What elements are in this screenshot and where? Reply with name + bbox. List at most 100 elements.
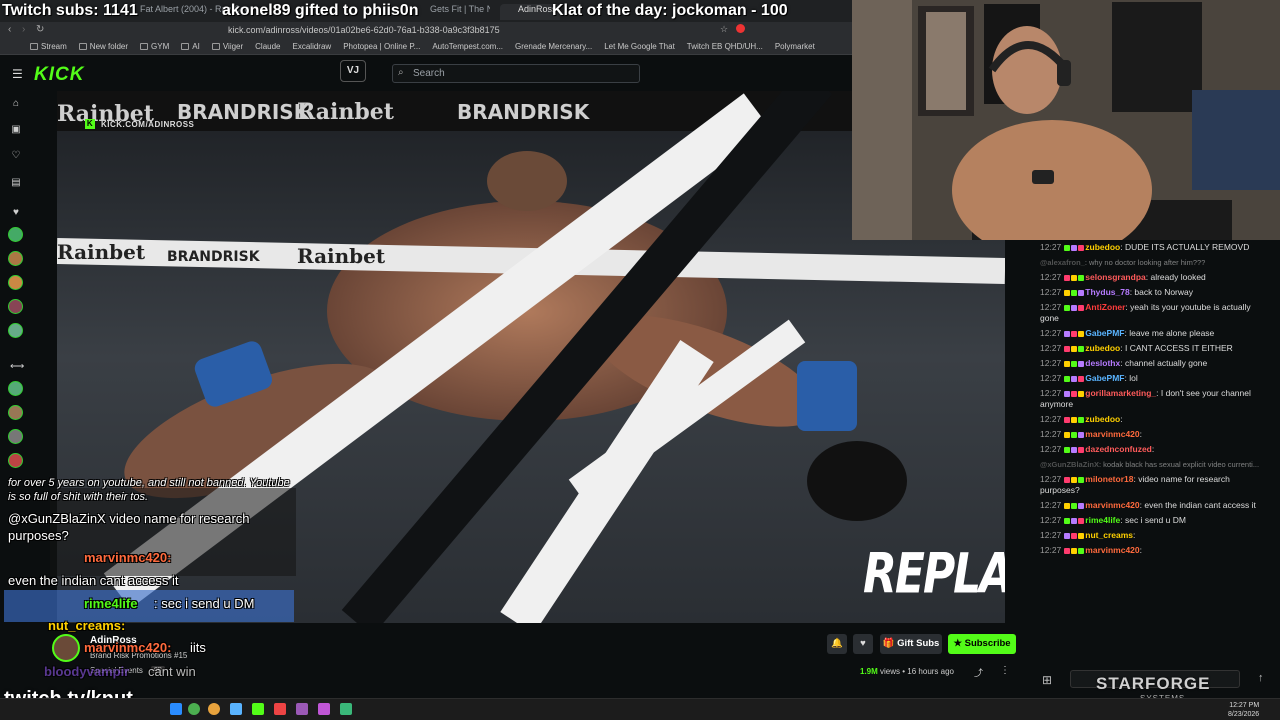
chrome-icon[interactable] [208, 703, 220, 715]
bookmark-item[interactable]: Twitch EB QHD/UH... [687, 42, 763, 51]
chat-username[interactable]: zubedoo [1085, 242, 1120, 252]
chat-message: 12:27 zubedoo: I CANT ACCESS IT EITHER [1032, 341, 1272, 356]
chat-username[interactable]: zubedoo [1085, 414, 1120, 424]
bookmark-item[interactable]: GYM [140, 42, 169, 51]
chat-username[interactable]: selonsgrandpa [1085, 272, 1145, 282]
chat-username[interactable]: @alexafron_ [1040, 258, 1085, 267]
following-icon[interactable]: ♡ [10, 150, 22, 162]
reload-icon[interactable]: ↻ [36, 24, 44, 35]
chat-username[interactable]: rime4life [1085, 515, 1120, 525]
chat-username[interactable]: AntiZoner [1085, 302, 1125, 312]
app-icon[interactable] [188, 703, 200, 715]
tab-2-label: Gets Fit | The Nutty [430, 4, 490, 14]
bookmark-item[interactable]: AI [181, 42, 200, 51]
badge-icon [1064, 547, 1071, 554]
bookmark-item[interactable]: AutoTempest.com... [432, 42, 503, 51]
kick-app-icon[interactable] [252, 703, 264, 715]
chat-username[interactable]: marvinmc420 [1085, 545, 1139, 555]
app-icon[interactable] [274, 703, 286, 715]
hamburger-menu-icon[interactable]: ☰ [12, 67, 23, 81]
clips-icon[interactable]: ▤ [10, 177, 22, 189]
search-input[interactable]: Search [392, 64, 640, 83]
url-field[interactable]: kick.com/adinross/videos/01a02be6-62d0-7… [228, 25, 500, 35]
chat-username[interactable]: marvinmc420 [1085, 500, 1139, 510]
chat-message: 12:27 marvinmc420: [1032, 427, 1272, 442]
chat-username[interactable]: dazednconfuzed [1085, 444, 1152, 454]
star-icon[interactable]: ☆ [720, 24, 728, 35]
heart-follow-icon[interactable]: ♥ [853, 634, 873, 654]
extension-icon[interactable] [736, 24, 745, 33]
browse-icon[interactable]: ▣ [10, 124, 22, 136]
bookmark-item[interactable]: Polymarket [775, 42, 815, 51]
grid-icon[interactable]: ⊞ [1042, 673, 1052, 687]
badge-icon [1078, 532, 1085, 539]
app-icon[interactable] [340, 703, 352, 715]
badge-icon [1064, 289, 1071, 296]
chat-timestamp: 12:27 [1040, 388, 1062, 398]
tab-3-active[interactable]: AdinRoss [500, 4, 560, 20]
avatar[interactable] [8, 299, 23, 314]
chat-username[interactable]: GabePMF [1085, 373, 1124, 383]
chat-message: 12:27 deslothx: channel actually gone [1032, 356, 1272, 371]
avatar[interactable] [8, 323, 23, 338]
subscribe-button[interactable]: ★ Subscribe [948, 634, 1016, 654]
avatar[interactable] [8, 275, 23, 290]
bookmark-item[interactable]: Let Me Google That [604, 42, 675, 51]
chat-username[interactable]: @xGunZBlaZinX [1040, 460, 1099, 469]
vj-button[interactable]: VJ [340, 60, 366, 82]
chat-username[interactable]: deslothx [1085, 358, 1120, 368]
recommended-icon[interactable]: ⟷ [10, 361, 24, 373]
chat-username[interactable]: zubedoo [1085, 343, 1120, 353]
bookmark-item[interactable]: Grenade Mercenary... [515, 42, 592, 51]
chat-username[interactable]: Thydus_78 [1085, 287, 1129, 297]
badge-icon [1078, 244, 1085, 251]
bookmark-label: Polymarket [774, 42, 815, 51]
chat-message: 12:27 selonsgrandpa: already looked [1032, 270, 1272, 285]
chat-message: 12:27 GabePMF: lol [1032, 371, 1272, 386]
bookmark-item[interactable]: New folder [78, 42, 128, 51]
back-icon[interactable]: ‹ [8, 24, 11, 35]
avatar[interactable] [8, 405, 23, 420]
bookmark-item[interactable]: Viiger [211, 42, 243, 51]
more-options-icon[interactable]: ⋮ [1000, 665, 1010, 676]
chat-timestamp: 12:27 [1040, 343, 1062, 353]
rope-text: Rainbet [297, 244, 386, 268]
avatar[interactable] [8, 429, 23, 444]
bookmark-item[interactable]: Stream [30, 42, 67, 51]
send-icon[interactable]: ↑ [1258, 672, 1264, 684]
gift-icon: 🎁 [882, 638, 898, 649]
chat-message: 12:27 zubedoo: DUDE ITS ACTUALLY REMOVD [1032, 240, 1272, 255]
bookmark-item[interactable]: Claude [255, 42, 280, 51]
heart-icon[interactable]: ♥ [10, 207, 22, 219]
view-info: 1.9M views • 16 hours ago [860, 667, 954, 676]
chat-message: 12:27 AntiZoner: yeah its your youtube is… [1032, 300, 1272, 326]
home-icon[interactable]: ⌂ [10, 98, 22, 110]
bookmark-item[interactable]: Photopea | Online P... [343, 42, 420, 51]
forward-icon[interactable]: › [22, 24, 25, 35]
app-icon[interactable] [296, 703, 308, 715]
badge-icon [1064, 431, 1071, 438]
chat-separator: : [1139, 545, 1142, 555]
chat-username[interactable]: nut_creams [1085, 530, 1133, 540]
chat-username[interactable]: GabePMF [1085, 328, 1124, 338]
share-icon[interactable]: ⤴ [974, 666, 983, 679]
badge-icon [1071, 446, 1078, 453]
app-icon[interactable] [318, 703, 330, 715]
avatar[interactable] [8, 227, 23, 242]
chat-username[interactable]: milonetor18 [1085, 474, 1133, 484]
app-icon[interactable] [170, 703, 182, 715]
gift-subs-button[interactable]: 🎁 Gift Subs [880, 634, 942, 654]
avatar[interactable] [8, 381, 23, 396]
bookmark-item[interactable]: Excalidraw [293, 42, 332, 51]
chat-text: kodak black has sexual explicit video cu… [1103, 460, 1260, 469]
chat-username[interactable]: gorillamarketing_ [1085, 388, 1156, 398]
app-icon[interactable] [230, 703, 242, 715]
tab-2[interactable]: Gets Fit | The Nutty [430, 4, 490, 20]
avatar[interactable] [8, 453, 23, 468]
kick-logo[interactable]: KICK [34, 64, 84, 86]
chat-username[interactable]: marvinmc420 [1085, 429, 1139, 439]
bell-icon[interactable]: 🔔 [827, 634, 847, 654]
chat-text: already looked [1150, 272, 1206, 282]
system-clock[interactable]: 12:27 PM 8/23/2026 [1228, 701, 1259, 719]
avatar[interactable] [8, 251, 23, 266]
